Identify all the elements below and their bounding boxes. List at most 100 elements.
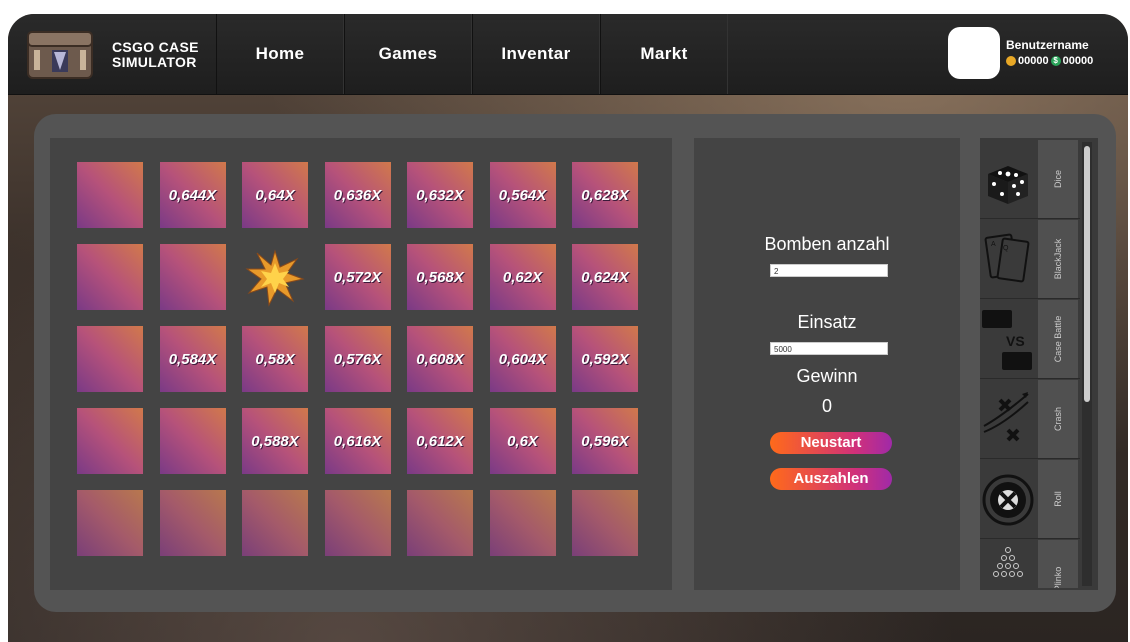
games-scrollbar-thumb[interactable]	[1084, 146, 1090, 402]
mine-tile-hidden[interactable]	[77, 244, 143, 310]
mine-tile-revealed[interactable]: 0,64X	[242, 162, 308, 228]
game-label: Case Battle	[1053, 315, 1063, 363]
mine-tile-hidden[interactable]	[77, 408, 143, 474]
mine-tile-hidden[interactable]	[572, 490, 638, 556]
explosion-icon	[245, 249, 305, 307]
mine-tile-revealed[interactable]: 0,616X	[324, 408, 391, 474]
win-label: Gewinn	[796, 366, 858, 386]
game-item-dice[interactable]: Dice	[980, 140, 1080, 219]
mine-tile-revealed[interactable]: 0,636X	[324, 162, 391, 228]
dice-icon	[982, 146, 1034, 212]
multiplier-label: 0,64X	[255, 186, 295, 204]
game-item-roll[interactable]: Roll	[980, 460, 1080, 539]
mine-tile-revealed[interactable]: 0,612X	[407, 408, 473, 474]
mine-tile-revealed[interactable]: 0,632X	[407, 162, 473, 228]
multiplier-label: 0,628X	[581, 186, 629, 204]
multiplier-label: 0,632X	[416, 186, 464, 204]
bombs-label: Bomben anzahl	[764, 234, 890, 254]
username: Benutzername	[1006, 38, 1089, 52]
stake-label: Einsatz	[797, 312, 857, 332]
mines-grid: 0,644X 0,64X 0,636X 0,632X 0,564X 0,628X 0,572…	[50, 138, 672, 590]
game-tab-roll: Roll	[1038, 460, 1078, 538]
multiplier-label: 0,584X	[168, 350, 217, 368]
game-label: Plinko	[1053, 566, 1063, 588]
plinko-icon	[982, 544, 1034, 588]
game-item-crash[interactable]: Crash	[980, 380, 1080, 459]
mine-tile-hidden[interactable]	[77, 162, 143, 228]
mine-tile-revealed[interactable]: 0,628X	[572, 162, 638, 228]
dollar-balance: 00000	[1062, 55, 1094, 67]
nav-home[interactable]: Home	[216, 14, 344, 94]
multiplier-label: 0,616X	[333, 432, 382, 450]
game-label: Roll	[1053, 491, 1063, 507]
games-sidebar: Dice A Q BlackJack VS Case Battle Crash …	[980, 138, 1098, 590]
mine-tile-hidden[interactable]	[489, 490, 556, 556]
top-navigation-bar: CSGO CASE SIMULATOR Home Games Inventar …	[8, 14, 1128, 95]
mine-tile-revealed[interactable]: 0,58X	[242, 326, 308, 392]
multiplier-label: 0,644X	[168, 186, 217, 204]
brand-line-2: SIMULATOR	[112, 54, 197, 70]
brand-line-1: CSGO CASE	[112, 39, 199, 55]
balances: 00000 $ 00000	[1006, 55, 1093, 67]
game-tab-blackjack: BlackJack	[1038, 220, 1078, 298]
game-tab-crash: Crash	[1038, 380, 1078, 458]
case-battle-icon: VS	[982, 306, 1034, 372]
mine-tile-revealed[interactable]: 0,596X	[572, 408, 638, 474]
game-item-blackjack[interactable]: A Q BlackJack	[980, 220, 1080, 299]
nav-markt[interactable]: Markt	[600, 14, 728, 94]
game-label: Dice	[1053, 169, 1063, 189]
game-main-panel: 0,644X 0,64X 0,636X 0,632X 0,564X 0,628X 0,572…	[34, 114, 1116, 612]
mine-tile-revealed[interactable]: 0,644X	[159, 162, 226, 228]
mine-tile-revealed[interactable]: 0,576X	[324, 326, 391, 392]
svg-text:Q: Q	[1003, 245, 1009, 252]
mine-tile-revealed[interactable]: 0,624X	[572, 244, 638, 310]
dollar-icon: $	[1050, 56, 1061, 66]
multiplier-label: 0,612X	[416, 432, 464, 450]
mine-tile-hidden[interactable]	[77, 490, 143, 556]
coin-icon	[1006, 56, 1016, 66]
mine-tile-revealed[interactable]: 0,568X	[407, 244, 473, 310]
svg-text:A: A	[991, 241, 996, 248]
mine-tile-hidden[interactable]	[77, 326, 143, 392]
cards-icon: A Q	[982, 226, 1034, 292]
cashout-button[interactable]: Auszahlen	[770, 468, 892, 490]
restart-button[interactable]: Neustart	[770, 432, 892, 454]
mine-tile-revealed[interactable]: 0,584X	[159, 326, 226, 392]
nav-games[interactable]: Games	[344, 14, 472, 94]
nav-inventar[interactable]: Inventar	[472, 14, 600, 94]
game-item-plinko[interactable]: Plinko	[980, 540, 1080, 588]
mine-tile-hidden[interactable]	[407, 490, 473, 556]
mine-tile-hidden[interactable]	[159, 408, 226, 474]
crash-icon	[982, 386, 1034, 452]
svg-text:VS: VS	[1006, 333, 1025, 349]
avatar[interactable]	[948, 27, 1000, 79]
roulette-icon	[982, 466, 1034, 532]
game-tab-case-battle: Case Battle	[1038, 300, 1078, 378]
stake-input[interactable]: 5000	[770, 342, 888, 355]
coin-balance: 00000	[1018, 55, 1049, 67]
mine-tile-hidden[interactable]	[159, 490, 226, 556]
mine-tile-revealed[interactable]: 0,608X	[407, 326, 473, 392]
mine-tile-revealed[interactable]: 0,564X	[489, 162, 556, 228]
mine-tile-hidden[interactable]	[242, 490, 308, 556]
bombs-input[interactable]: 2	[770, 264, 888, 277]
brand-title: CSGO CASE SIMULATOR	[112, 40, 199, 70]
multiplier-label: 0,564X	[498, 186, 547, 204]
multiplier-label: 0,624X	[581, 268, 629, 286]
game-tab-plinko: Plinko	[1038, 540, 1078, 588]
mine-tile-revealed[interactable]: 0,588X	[242, 408, 308, 474]
win-value: 0	[821, 396, 832, 416]
mine-tile-revealed[interactable]: 0,62X	[489, 244, 556, 310]
mine-tile-revealed[interactable]: 0,572X	[324, 244, 391, 310]
multiplier-label: 0,608X	[416, 350, 464, 368]
mine-tile-revealed[interactable]: 0,592X	[572, 326, 638, 392]
mine-tile-bomb[interactable]	[242, 244, 308, 310]
case-logo-icon[interactable]	[24, 24, 96, 84]
app-window: CSGO CASE SIMULATOR Home Games Inventar …	[8, 14, 1128, 642]
game-item-case-battle[interactable]: VS Case Battle	[980, 300, 1080, 379]
mine-tile-hidden[interactable]	[324, 490, 391, 556]
mine-tile-hidden[interactable]	[159, 244, 226, 310]
multiplier-label: 0,636X	[333, 186, 382, 204]
mine-tile-revealed[interactable]: 0,6X	[489, 408, 556, 474]
mine-tile-revealed[interactable]: 0,604X	[489, 326, 556, 392]
